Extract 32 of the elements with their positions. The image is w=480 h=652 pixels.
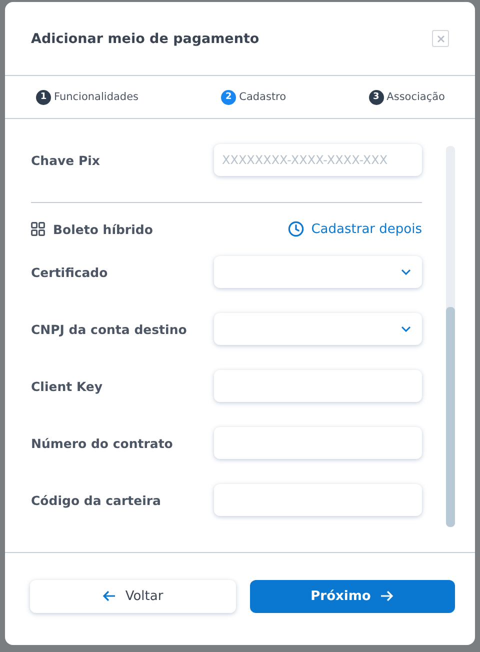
dropdown-field[interactable] [214,256,422,288]
field-label: Certificado [31,264,108,280]
step-label[interactable]: Associação [386,91,445,103]
next-button[interactable]: Próximo [250,580,455,612]
step-label[interactable]: Cadastro [239,91,286,103]
input-field[interactable]: XXXXXXXX-XXXX-XXXX-XXX [214,144,422,176]
input-field[interactable] [214,484,422,516]
field-label: Número do contrato [31,436,173,450]
clock-icon [288,221,304,237]
field-label: Chave Pix [31,152,100,168]
close-icon [436,34,444,42]
step-number[interactable]: 2 [221,90,236,104]
section-title: Boleto híbrido [53,222,153,236]
grid-icon [31,222,45,236]
arrow-right-icon [380,590,394,602]
field-label: Client Key [31,378,103,394]
scrollbar[interactable] [446,146,455,527]
register-later-link[interactable]: Cadastrar depois [311,222,422,236]
back-button[interactable]: Voltar [30,580,236,612]
dialog-title: Adicionar meio de pagamento [31,30,260,46]
dropdown-field[interactable] [214,313,422,345]
field-label: CNPJ da conta destino [31,322,187,336]
close-button[interactable] [432,30,449,47]
chevron-down-icon [401,269,411,275]
field-label: Código da carteira [31,492,161,508]
input-field[interactable] [214,427,422,459]
chevron-down-icon [401,326,411,332]
step-number[interactable]: 1 [36,90,51,104]
arrow-left-icon [102,590,116,602]
step-number[interactable]: 3 [368,90,384,104]
input-field[interactable] [214,370,422,402]
step-label[interactable]: Funcionalidades [54,91,139,103]
